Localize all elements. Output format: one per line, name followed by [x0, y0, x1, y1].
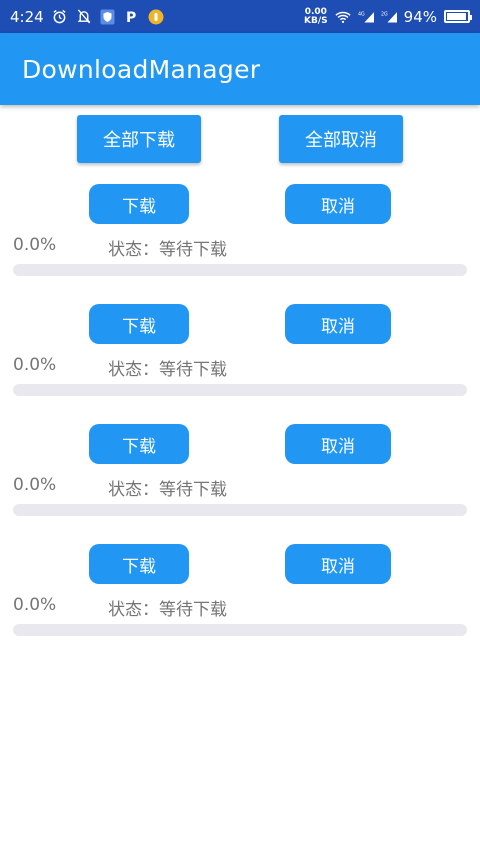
app-bar: DownloadManager: [0, 33, 480, 105]
alarm-icon: [52, 9, 68, 25]
signal-4g-icon: 4G: [358, 9, 374, 25]
progress-bar: [13, 504, 467, 516]
progress-bar: [13, 264, 467, 276]
coin-app-icon: [148, 9, 164, 25]
download-button[interactable]: 下载: [89, 544, 189, 584]
progress-bar: [13, 384, 467, 396]
svg-text:P: P: [126, 10, 136, 24]
download-status: 状态：等待下载: [108, 360, 227, 380]
cancel-button[interactable]: 取消: [285, 304, 391, 344]
download-button[interactable]: 下载: [89, 304, 189, 344]
download-button[interactable]: 下载: [89, 424, 189, 464]
download-status: 状态：等待下载: [108, 240, 227, 260]
svg-text:2G: 2G: [381, 11, 388, 17]
cancel-button[interactable]: 取消: [285, 184, 391, 224]
wifi-icon: [335, 9, 351, 25]
download-button[interactable]: 下载: [89, 184, 189, 224]
signal-2g-icon: 2G: [381, 9, 397, 25]
battery-percent: 94%: [403, 7, 437, 26]
battery-icon: [444, 10, 472, 23]
cancel-button[interactable]: 取消: [285, 424, 391, 464]
status-time: 4:24: [10, 7, 44, 26]
progress-bar: [13, 624, 467, 636]
progress-percent: 0.0%: [13, 235, 57, 255]
download-status: 状态：等待下载: [108, 480, 227, 500]
cancel-button[interactable]: 取消: [285, 544, 391, 584]
paypal-icon: P: [124, 9, 140, 25]
shield-app-icon: [100, 9, 116, 25]
cancel-all-button[interactable]: 全部取消: [279, 115, 403, 163]
progress-percent: 0.0%: [13, 595, 57, 615]
status-bar: 4:24 P 0.00 KB/S 4G 2G 94%: [0, 0, 480, 33]
notifications-off-icon: [76, 9, 92, 25]
download-status: 状态：等待下载: [108, 600, 227, 620]
progress-percent: 0.0%: [13, 355, 57, 375]
download-all-button[interactable]: 全部下载: [77, 115, 201, 163]
svg-text:4G: 4G: [358, 11, 365, 17]
app-title: DownloadManager: [22, 54, 261, 84]
progress-percent: 0.0%: [13, 475, 57, 495]
network-speed: 0.00 KB/S: [304, 6, 328, 26]
